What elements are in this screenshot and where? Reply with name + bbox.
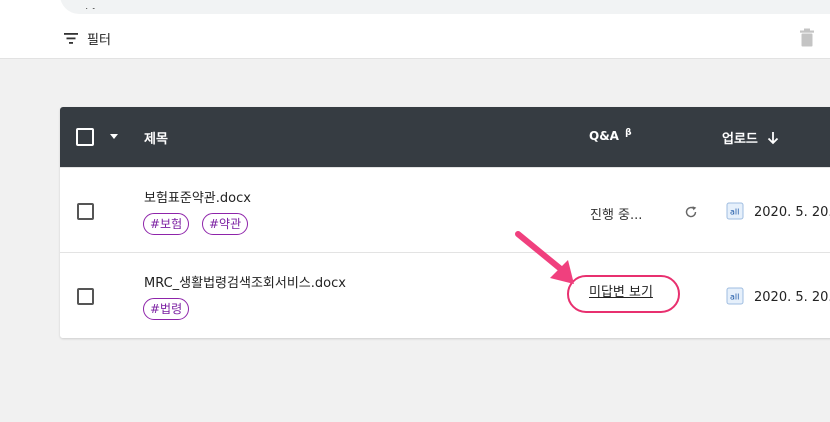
- column-header-title[interactable]: 제목: [144, 128, 168, 147]
- beta-superscript: β: [625, 128, 632, 138]
- arrow-down-icon: [767, 131, 779, 149]
- tag-chip[interactable]: #보험: [143, 213, 190, 235]
- search-bar[interactable]: [60, 0, 830, 14]
- filter-list-icon: [64, 29, 78, 48]
- view-unanswered-link[interactable]: 미답변 보기: [589, 281, 653, 300]
- trash-button[interactable]: [798, 28, 816, 48]
- table-row[interactable]: 보험표준약관.docx #보험 #약관 진행 중... all 2020. 5.…: [60, 167, 830, 253]
- refresh-icon[interactable]: [684, 204, 698, 218]
- svg-text:all: all: [730, 208, 739, 217]
- upload-label: 업로드: [722, 132, 758, 147]
- select-dropdown-caret[interactable]: [110, 134, 118, 139]
- qa-status-text: 진행 중...: [590, 208, 643, 223]
- column-header-qa[interactable]: Q&A β: [589, 128, 632, 143]
- document-type-icon: all: [726, 287, 744, 305]
- trash-icon: [798, 28, 816, 52]
- documents-table: 제목 Q&A β 업로드 보험표준약관.docx #보험 #약관 진행 중...…: [60, 107, 830, 338]
- column-header-upload[interactable]: 업로드: [722, 128, 779, 149]
- table-row[interactable]: MRC_생활법령검색조회서비스.docx #법령 미답변 보기 all 2020…: [60, 252, 830, 338]
- row-checkbox[interactable]: [77, 203, 94, 220]
- svg-text:all: all: [730, 293, 739, 302]
- search-icon: [86, 1, 96, 9]
- upload-date: 2020. 5. 20.: [754, 290, 830, 305]
- qa-label: Q&A: [589, 129, 619, 143]
- document-type-icon: all: [726, 202, 744, 220]
- document-filename[interactable]: 보험표준약관.docx: [144, 187, 251, 206]
- filter-button[interactable]: 필터: [64, 28, 111, 48]
- filter-label: 필터: [87, 32, 111, 48]
- tag-chip[interactable]: #약관: [202, 213, 249, 235]
- select-all-checkbox[interactable]: [76, 128, 94, 146]
- table-header: 제목 Q&A β 업로드: [60, 107, 830, 167]
- top-toolbar: 필터: [0, 0, 830, 59]
- document-filename[interactable]: MRC_생활법령검색조회서비스.docx: [144, 272, 346, 291]
- tag-chip[interactable]: #법령: [143, 298, 190, 320]
- row-checkbox[interactable]: [77, 288, 94, 305]
- upload-date: 2020. 5. 20.: [754, 205, 830, 220]
